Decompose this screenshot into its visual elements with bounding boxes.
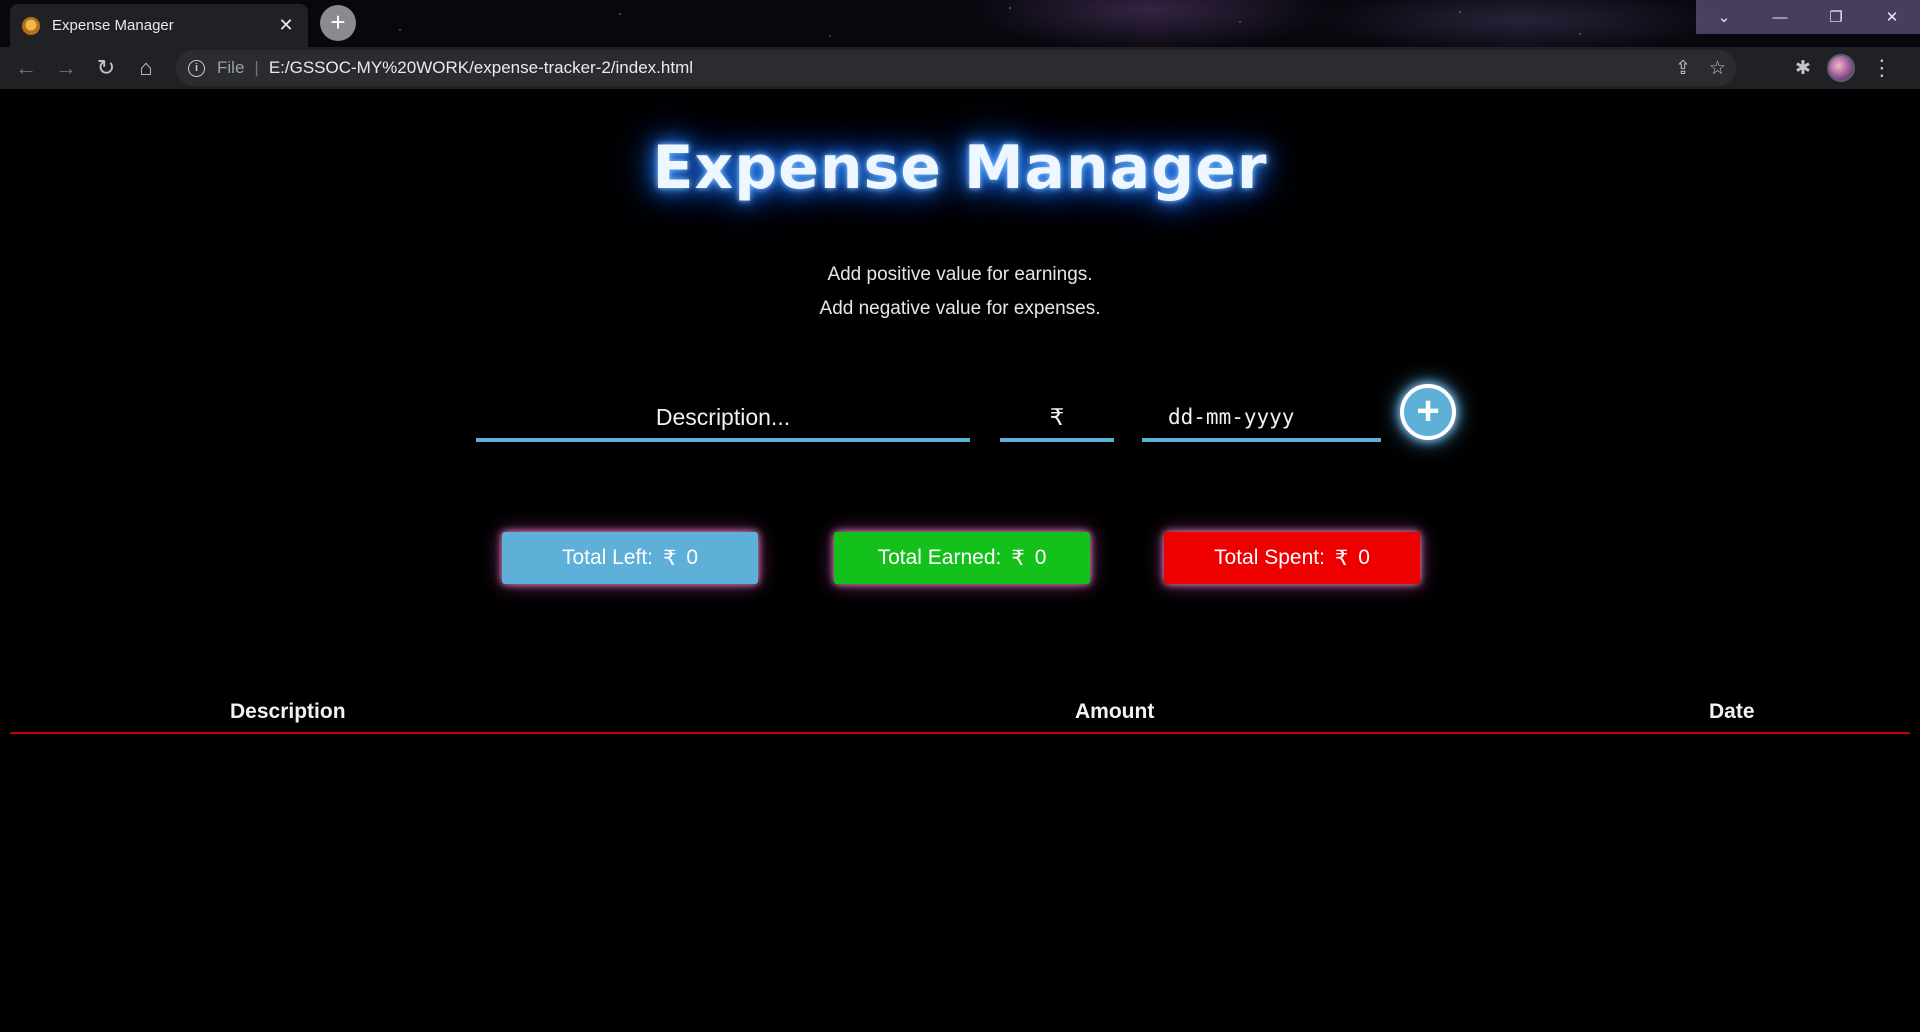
home-icon[interactable]: ⌂ <box>126 48 166 88</box>
toolbar-right: ✱ ⋮ <box>1795 47 1893 89</box>
amount-input[interactable] <box>1000 396 1114 438</box>
tab-title: Expense Manager <box>52 17 174 34</box>
total-earned-label: Total Earned: <box>877 546 1002 569</box>
date-field <box>1142 396 1381 442</box>
page-title: Expense Manager <box>652 133 1268 203</box>
address-bar[interactable]: i File | E:/GSSOC-MY%20WORK/expense-trac… <box>176 50 1736 86</box>
hint-positive: Add positive value for earnings. <box>827 264 1093 285</box>
restore-icon[interactable]: ❐ <box>1808 0 1864 34</box>
amount-field <box>1000 396 1114 442</box>
site-info-icon[interactable]: i <box>188 59 205 77</box>
total-spent-label: Total Spent: <box>1214 546 1325 569</box>
total-earned-badge: Total Earned: ₹ 0 <box>834 532 1090 584</box>
tab-search-icon[interactable]: ⌄ <box>1696 0 1752 34</box>
extensions-icon[interactable]: ✱ <box>1795 57 1811 80</box>
profile-avatar[interactable] <box>1826 54 1855 82</box>
transactions-table-header: Description Amount Date <box>10 700 1910 734</box>
column-header-amount: Amount <box>1075 700 1155 723</box>
window-controls: ⌄ — ❐ ✕ <box>1696 0 1920 34</box>
browser-toolbar: ← → ↻ ⌂ i File | E:/GSSOC-MY%20WORK/expe… <box>0 47 1920 89</box>
browser-tabstrip: Expense Manager ✕ + ⌄ — ❐ ✕ <box>0 0 1920 47</box>
total-left-badge: Total Left: ₹ 0 <box>502 532 758 584</box>
share-icon[interactable]: ⇪ <box>1675 57 1691 80</box>
url-text[interactable]: E:/GSSOC-MY%20WORK/expense-tracker-2/ind… <box>269 58 693 78</box>
url-separator: | <box>254 58 259 77</box>
tab-close-icon[interactable]: ✕ <box>276 15 296 36</box>
rupee-icon: ₹ <box>663 546 677 570</box>
new-tab-button[interactable]: + <box>320 5 356 41</box>
plus-icon: + <box>1416 388 1440 433</box>
total-spent-badge: Total Spent: ₹ 0 <box>1164 532 1420 584</box>
back-icon[interactable]: ← <box>6 48 46 88</box>
column-header-date: Date <box>1709 700 1755 723</box>
reload-icon[interactable]: ↻ <box>86 48 126 88</box>
total-left-value: 0 <box>686 546 699 569</box>
bookmark-star-icon[interactable]: ☆ <box>1709 57 1726 80</box>
description-input[interactable] <box>476 396 970 438</box>
address-bar-actions: ⇪ ☆ <box>1675 50 1726 86</box>
rupee-icon: ₹ <box>1334 546 1349 570</box>
url-scheme: File <box>217 58 245 77</box>
minimize-icon[interactable]: — <box>1752 0 1808 34</box>
column-header-description: Description <box>230 700 346 723</box>
page-content: Expense Manager Add positive value for e… <box>0 89 1920 1032</box>
add-transaction-button[interactable]: + <box>1400 384 1456 440</box>
hint-negative: Add negative value for expenses. <box>819 298 1101 319</box>
window-close-icon[interactable]: ✕ <box>1864 0 1920 34</box>
site-favicon-icon <box>22 16 40 35</box>
total-left-label: Total Left: <box>561 546 653 569</box>
total-earned-value: 0 <box>1034 546 1047 569</box>
forward-icon[interactable]: → <box>46 48 86 88</box>
browser-tab[interactable]: Expense Manager ✕ <box>10 4 308 47</box>
rupee-icon: ₹ <box>1011 546 1025 570</box>
description-field <box>476 396 970 442</box>
date-input[interactable] <box>1168 396 1381 438</box>
total-spent-value: 0 <box>1358 546 1370 569</box>
browser-menu-icon[interactable]: ⋮ <box>1871 55 1893 81</box>
